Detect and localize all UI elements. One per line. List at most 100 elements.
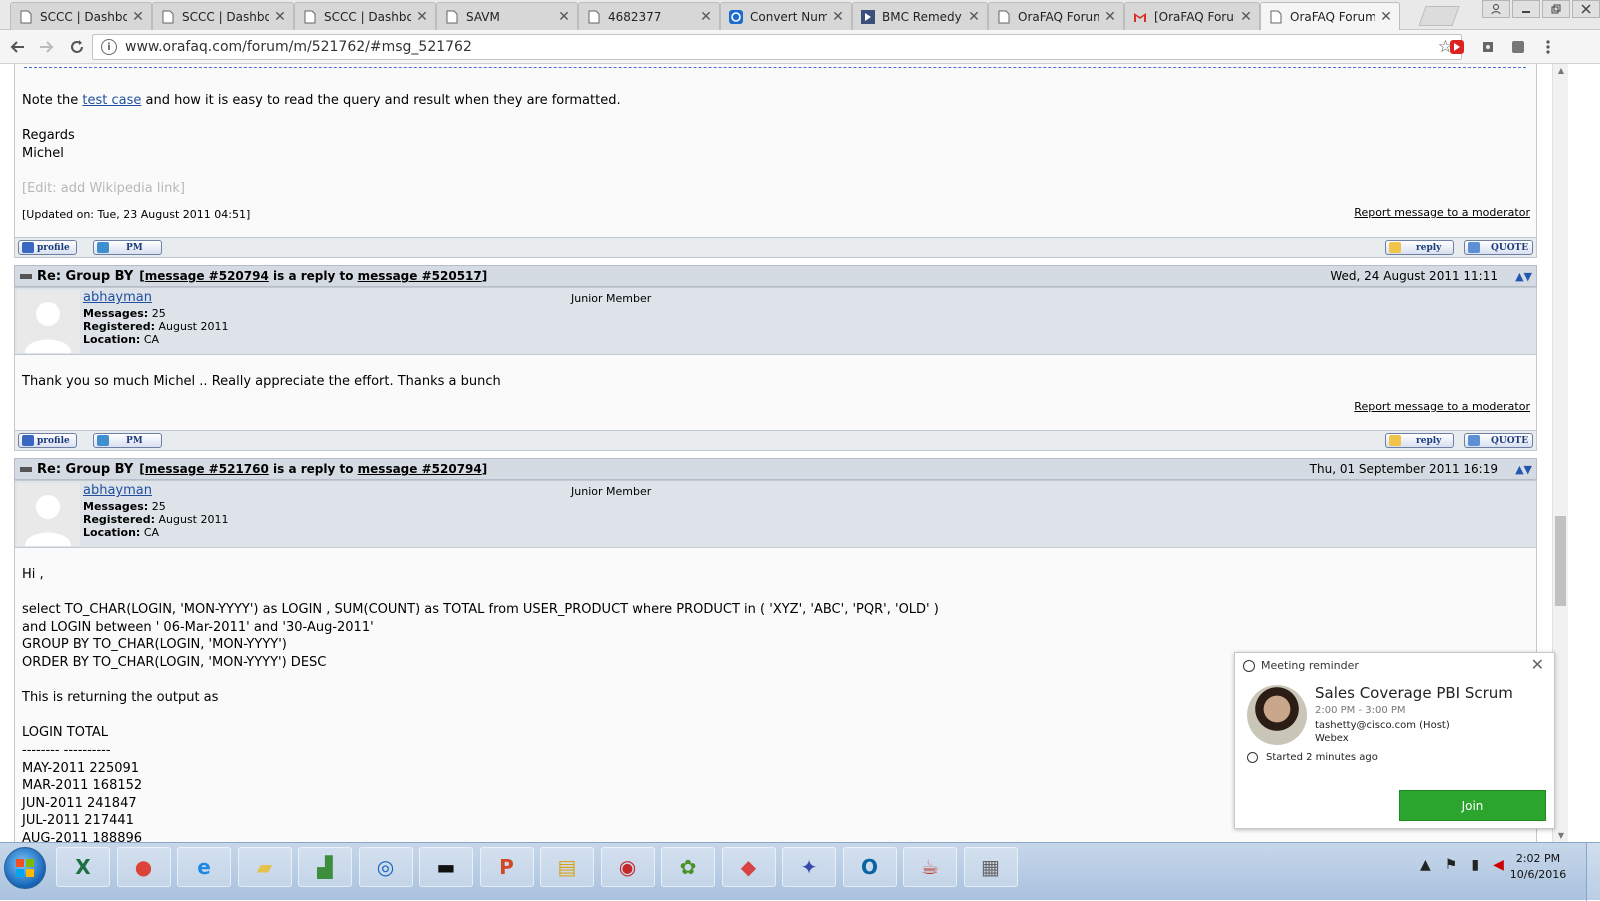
tab-4682377[interactable]: 4682377 ✕ [578, 2, 720, 30]
quote-button[interactable]: quote [1464, 433, 1533, 448]
label: Location: [83, 333, 141, 346]
extension-red-icon[interactable] [1447, 37, 1467, 57]
close-icon[interactable]: ✕ [699, 9, 713, 25]
new-tab-button[interactable] [1418, 6, 1460, 26]
tab-orafaq-forum-1[interactable]: OraFAQ Forum ✕ [988, 2, 1124, 30]
scroll-down-icon[interactable]: ▼ [1556, 831, 1566, 840]
restore-icon[interactable] [1542, 0, 1570, 18]
taskbar-button[interactable]: ▬ [419, 847, 473, 887]
tray-expand-icon[interactable]: ▲ [1420, 857, 1431, 873]
taskbar-button[interactable]: e [177, 847, 231, 887]
windows-start-icon[interactable] [4, 847, 46, 889]
taskbar-button[interactable]: ▤ [540, 847, 594, 887]
back-icon[interactable] [4, 34, 30, 60]
user-icon[interactable] [1482, 0, 1510, 18]
flag-icon[interactable]: ⚑ [1445, 857, 1458, 873]
test-case-link[interactable]: test case [82, 93, 141, 108]
scroll-up-icon[interactable]: ▲ [1556, 66, 1566, 75]
collapse-icon[interactable] [20, 466, 32, 472]
taskbar-button[interactable]: P [479, 847, 534, 887]
reply-button[interactable]: reply [1385, 240, 1454, 255]
reply-button[interactable]: reply [1385, 433, 1454, 448]
taskbar-button[interactable]: ▰ [237, 847, 292, 887]
menu-icon[interactable] [1538, 37, 1558, 57]
tab-orafaq-forum-active[interactable]: OraFAQ Forum ✕ [1260, 2, 1400, 31]
tab-title: [OraFAQ Forun [1154, 9, 1235, 24]
close-icon[interactable]: ✕ [831, 9, 845, 25]
tab-orafaq-gmail[interactable]: [OraFAQ Forun ✕ [1124, 2, 1260, 30]
forward-icon[interactable] [34, 34, 60, 60]
taskbar-button[interactable]: ◆ [721, 847, 776, 887]
battery-icon[interactable]: ▮ [1471, 857, 1479, 873]
volume-icon[interactable]: ◀ [1493, 857, 1504, 873]
close-icon[interactable]: ✕ [273, 9, 287, 25]
show-desktop-button[interactable] [1586, 843, 1600, 901]
clock[interactable]: 2:02 PM 10/6/2016 [1508, 851, 1568, 883]
taskbar-button[interactable]: ● [116, 847, 171, 887]
profile-button[interactable]: profile [18, 240, 77, 255]
close-icon[interactable]: ✕ [131, 9, 145, 25]
label: Registered: [83, 320, 155, 333]
close-icon[interactable]: ✕ [557, 9, 571, 25]
page-icon [587, 10, 601, 24]
window-close-icon[interactable] [1572, 0, 1600, 18]
report-moderator-link[interactable]: Report message to a moderator [1354, 206, 1530, 219]
post-body-line: This is returning the output as [22, 690, 219, 706]
join-button[interactable]: Join [1399, 790, 1546, 821]
tab-title: BMC Remedy ( [882, 9, 963, 24]
page-icon [19, 10, 33, 24]
post-body-line: MAY-2011 225091 [22, 760, 140, 776]
close-icon[interactable]: ✕ [1531, 655, 1544, 674]
collapse-icon[interactable] [20, 273, 32, 279]
close-icon[interactable]: ✕ [415, 9, 429, 25]
taskbar-button[interactable]: ▦ [963, 847, 1018, 887]
username-link[interactable]: abhayman [83, 290, 152, 305]
page-icon [445, 10, 459, 24]
quote-icon [1468, 435, 1480, 446]
quote-button[interactable]: quote [1464, 240, 1533, 255]
started-text: Started 2 minutes ago [1266, 752, 1378, 763]
bracket: ] [481, 269, 488, 283]
scrollbar-thumb[interactable] [1555, 516, 1566, 606]
profile-button[interactable]: profile [18, 433, 77, 448]
parent-message-link[interactable]: message #520517 [358, 269, 482, 283]
message-link[interactable]: message #520794 [145, 269, 269, 283]
taskbar-button[interactable]: O [842, 847, 897, 887]
address-bar[interactable]: i www.orafaq.com/forum/m/521762/#msg_521… [92, 34, 1462, 60]
post-body-line: LOGIN TOTAL [22, 725, 109, 741]
close-icon[interactable]: ✕ [1379, 9, 1393, 25]
close-icon[interactable]: ✕ [967, 9, 981, 25]
avatar [17, 483, 80, 546]
nav-arrows-icon[interactable]: ▲▼ [1515, 270, 1532, 283]
message-link[interactable]: message #521760 [145, 462, 269, 476]
extension-puzzle-icon[interactable] [1478, 37, 1498, 57]
username-link[interactable]: abhayman [83, 483, 152, 498]
taskbar-button[interactable]: ◉ [600, 847, 655, 887]
taskbar-button[interactable]: X [56, 847, 110, 887]
nav-arrows-icon[interactable]: ▲▼ [1515, 463, 1532, 476]
taskbar-button[interactable]: ▟ [298, 847, 352, 887]
post-body-line: GROUP BY TO_CHAR(LOGIN, 'MON-YYYY') [22, 637, 287, 653]
taskbar-button[interactable]: ✦ [782, 847, 836, 887]
close-icon[interactable]: ✕ [1239, 9, 1253, 25]
pm-button[interactable]: pm [93, 433, 162, 448]
reload-icon[interactable] [64, 34, 90, 60]
tab-sccc-dashboard-2[interactable]: SCCC | Dashbo ✕ [152, 2, 294, 30]
taskbar-button[interactable]: ✿ [661, 847, 715, 887]
tab-bmc-remedy[interactable]: BMC Remedy ( ✕ [852, 2, 988, 30]
tab-sccc-dashboard-1[interactable]: SCCC | Dashbo ✕ [10, 2, 152, 30]
tab-savm[interactable]: SAVM ✕ [436, 2, 578, 30]
url-text[interactable]: www.orafaq.com/forum/m/521762/#msg_52176… [125, 39, 472, 55]
extension-grey-icon[interactable] [1508, 37, 1528, 57]
report-moderator-link[interactable]: Report message to a moderator [1354, 400, 1530, 413]
tab-sccc-dashboard-3[interactable]: SCCC | Dashbo ✕ [294, 2, 436, 30]
tab-convert-number[interactable]: Convert Numb ✕ [720, 2, 852, 30]
parent-message-link[interactable]: message #520794 [358, 462, 482, 476]
taskbar-button[interactable]: ☕ [903, 847, 957, 887]
taskbar-button[interactable]: ◎ [358, 847, 413, 887]
close-icon[interactable]: ✕ [1103, 9, 1117, 25]
minimize-icon[interactable] [1512, 0, 1540, 18]
page-icon [161, 10, 175, 24]
site-info-icon[interactable]: i [101, 39, 117, 55]
pm-button[interactable]: pm [93, 240, 162, 255]
